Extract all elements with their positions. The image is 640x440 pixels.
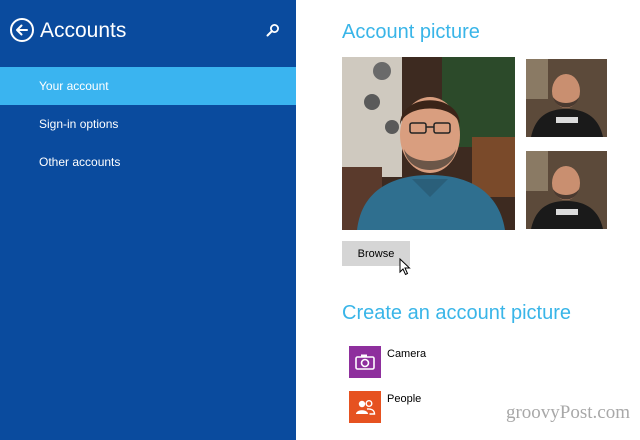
back-button[interactable]	[10, 18, 34, 42]
sidebar-item-label: Your account	[39, 79, 109, 93]
main-content: Account picture Browse Create an account…	[296, 0, 640, 440]
sidebar-nav: Your account Sign-in options Other accou…	[0, 67, 296, 181]
sidebar-item-sign-in-options[interactable]: Sign-in options	[0, 105, 296, 143]
people-app-label: People	[387, 393, 422, 405]
previous-account-picture[interactable]	[526, 151, 607, 229]
previous-account-picture[interactable]	[526, 59, 607, 137]
account-photo-image	[342, 57, 515, 230]
create-account-picture-heading: Create an account picture	[342, 302, 572, 324]
mouse-cursor-icon	[399, 258, 411, 276]
sidebar-item-other-accounts[interactable]: Other accounts	[0, 143, 296, 181]
people-icon	[356, 399, 376, 415]
account-picture-heading: Account picture	[342, 21, 480, 43]
sidebar-item-label: Other accounts	[39, 155, 121, 169]
people-tile	[349, 391, 381, 423]
previous-photo-image	[526, 151, 607, 229]
settings-sidebar: Accounts Your account Sign-in options Ot…	[0, 0, 296, 440]
sidebar-item-your-account[interactable]: Your account	[0, 67, 296, 105]
search-button[interactable]	[266, 23, 282, 39]
sidebar-header: Accounts	[10, 16, 286, 46]
search-icon	[266, 24, 279, 37]
page-title: Accounts	[40, 19, 127, 42]
camera-tile	[349, 346, 381, 378]
back-arrow-icon	[16, 24, 28, 36]
camera-app-button[interactable]: Camera	[349, 346, 549, 378]
current-account-picture	[342, 57, 515, 230]
watermark: groovyPost.com	[505, 402, 630, 423]
camera-icon	[355, 354, 375, 370]
sidebar-item-label: Sign-in options	[39, 117, 119, 131]
previous-photo-image	[526, 59, 607, 137]
camera-app-label: Camera	[387, 348, 427, 360]
